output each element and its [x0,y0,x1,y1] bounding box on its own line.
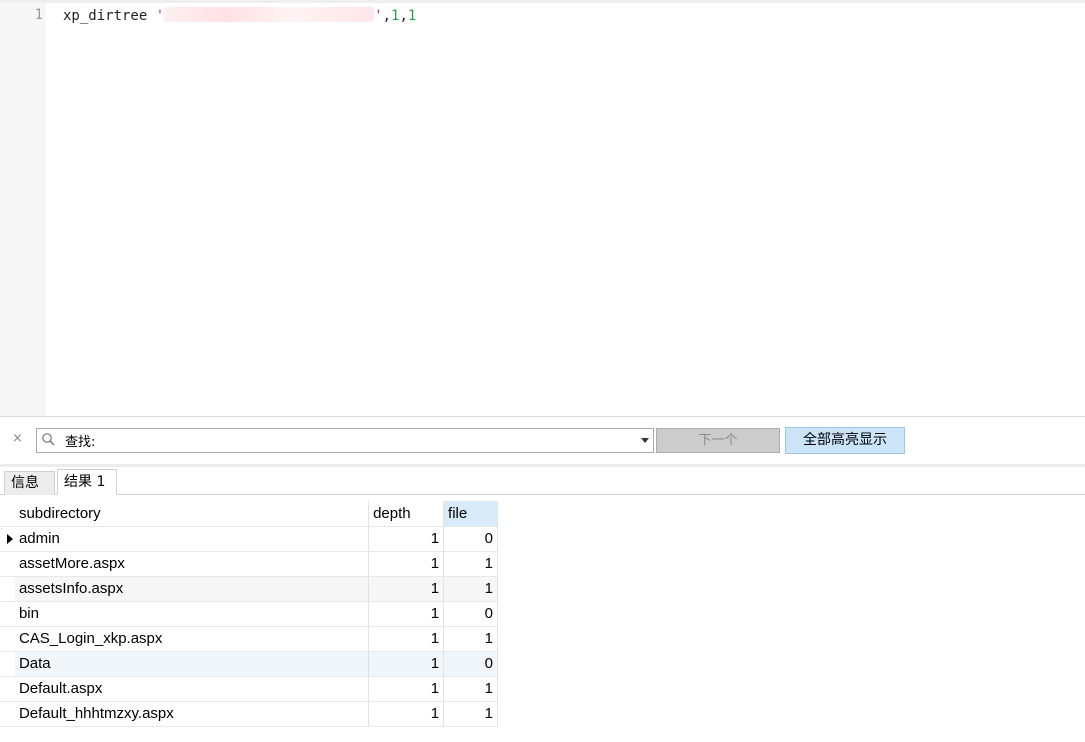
redacted-path [164,7,375,22]
cell-depth[interactable]: 1 [368,551,445,577]
column-header-file[interactable]: file [443,501,498,527]
table-row[interactable]: assetsInfo.aspx 1 1 [0,576,498,602]
cell-depth[interactable]: 1 [368,526,445,552]
cell-file[interactable]: 1 [443,576,498,602]
result-tab-bar: 信息 结果 1 [0,467,1085,495]
cell-subdirectory[interactable]: CAS_Login_xkp.aspx [14,626,370,652]
editor-top-border [0,0,1085,3]
line-number: 1 [34,7,43,23]
row-indicator[interactable] [0,576,15,602]
code-number-arg: 1 [407,8,417,24]
cell-file[interactable]: 0 [443,526,498,552]
code-string-quote-open: ' [155,8,165,24]
cell-depth[interactable]: 1 [368,626,445,652]
chevron-down-icon[interactable] [641,438,649,443]
column-header-subdirectory[interactable]: subdirectory [14,501,370,527]
tab-result-1[interactable]: 结果 1 [57,469,117,495]
row-indicator[interactable] [0,601,15,627]
result-table: subdirectory depth file admin 1 0 assetM… [0,501,498,727]
cell-depth[interactable]: 1 [368,701,445,727]
row-indicator[interactable] [0,526,15,552]
cell-subdirectory[interactable]: Default_hhhtmzxy.aspx [14,701,370,727]
row-indicator[interactable] [0,651,15,677]
cell-depth[interactable]: 1 [368,601,445,627]
find-box[interactable] [36,428,654,453]
cell-file[interactable]: 0 [443,651,498,677]
cell-subdirectory[interactable]: admin [14,526,370,552]
line-number-gutter: 1 [0,3,46,416]
result-grid[interactable]: subdirectory depth file admin 1 0 assetM… [0,501,498,727]
row-indicator-header [0,501,15,527]
row-indicator[interactable] [0,551,15,577]
find-input[interactable] [65,431,625,450]
column-header-depth[interactable]: depth [368,501,445,527]
tab-info[interactable]: 信息 [4,471,55,495]
code-comma: , [382,8,392,24]
code-string-quote-close: ' [374,8,383,24]
table-row[interactable]: Data 1 0 [0,651,498,677]
close-find-icon[interactable]: × [12,431,23,446]
cell-file[interactable]: 1 [443,676,498,702]
cell-subdirectory[interactable]: Default.aspx [14,676,370,702]
cell-subdirectory[interactable]: assetsInfo.aspx [14,576,370,602]
header-row: subdirectory depth file [0,501,498,527]
cell-file[interactable]: 1 [443,626,498,652]
table-row[interactable]: assetMore.aspx 1 1 [0,551,498,577]
find-next-button[interactable]: 下一个 [656,428,780,453]
row-indicator[interactable] [0,701,15,727]
code-identifier: xp_dirtree [63,8,148,24]
highlight-all-button[interactable]: 全部高亮显示 [785,427,905,454]
table-row[interactable]: bin 1 0 [0,601,498,627]
row-indicator[interactable] [0,626,15,652]
search-icon [42,433,55,446]
table-row[interactable]: admin 1 0 [0,526,498,552]
current-row-arrow-icon [7,533,13,544]
table-row[interactable]: Default_hhhtmzxy.aspx 1 1 [0,701,498,727]
row-indicator[interactable] [0,676,15,702]
cell-file[interactable]: 1 [443,551,498,577]
sql-editor[interactable]: 1 xp_dirtree ' ',1,1 [0,0,1085,416]
cell-depth[interactable]: 1 [368,576,445,602]
cell-depth[interactable]: 1 [368,651,445,677]
table-row[interactable]: Default.aspx 1 1 [0,676,498,702]
cell-depth[interactable]: 1 [368,676,445,702]
code-comma: , [399,8,408,24]
cell-subdirectory[interactable]: bin [14,601,370,627]
cell-file[interactable]: 1 [443,701,498,727]
code-line[interactable]: xp_dirtree ' ',1,1 [63,7,416,25]
table-row[interactable]: CAS_Login_xkp.aspx 1 1 [0,626,498,652]
cell-file[interactable]: 0 [443,601,498,627]
cell-subdirectory[interactable]: assetMore.aspx [14,551,370,577]
cell-subdirectory[interactable]: Data [14,651,370,677]
find-bar: × 下一个 全部高亮显示 [0,417,1085,464]
